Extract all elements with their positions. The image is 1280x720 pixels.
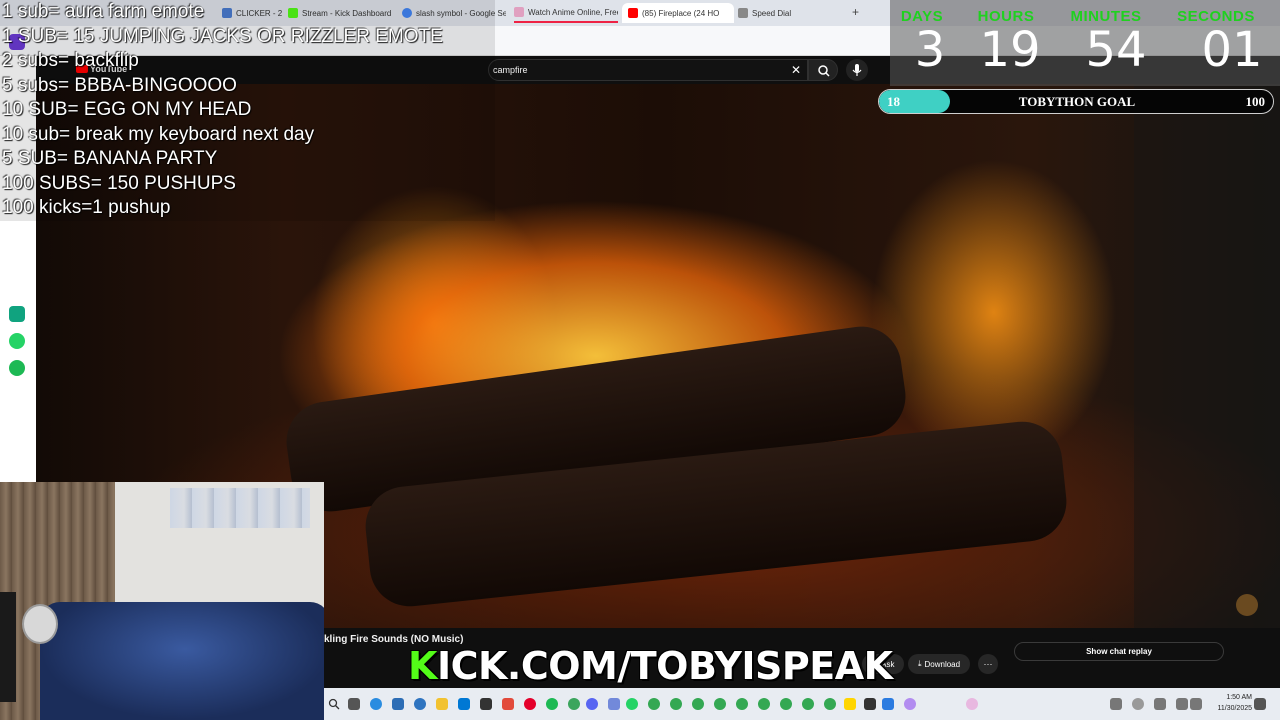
wall-posters xyxy=(170,488,310,528)
tab-fireplace[interactable]: (85) Fireplace (24 HO xyxy=(622,3,734,23)
whatsapp-icon[interactable] xyxy=(9,333,25,349)
hours-value: 19 xyxy=(979,22,1041,78)
notifications-icon[interactable] xyxy=(1254,698,1266,710)
opera-icon[interactable] xyxy=(524,698,536,710)
speaker xyxy=(0,592,16,702)
microphone-icon[interactable] xyxy=(1154,698,1166,710)
search-input[interactable]: campfire ✕ xyxy=(488,59,808,81)
app-icon[interactable] xyxy=(966,698,978,710)
minutes-value: 54 xyxy=(1085,22,1147,78)
speed-dial-icon xyxy=(738,8,748,18)
chrome-icon[interactable] xyxy=(714,698,726,710)
chrome-icon[interactable] xyxy=(648,698,660,710)
task-view-icon[interactable] xyxy=(348,698,360,710)
more-actions-button[interactable]: ··· xyxy=(978,654,998,674)
discord-icon[interactable] xyxy=(586,698,598,710)
kick-url-text: ICK.COM/TOBYISPEAK xyxy=(436,644,893,688)
tray-overflow-icon[interactable] xyxy=(1110,698,1122,710)
edge-icon[interactable] xyxy=(370,698,382,710)
sub-goal-item: 10 sub= break my keyboard next day xyxy=(2,124,315,145)
chrome-icon[interactable] xyxy=(802,698,814,710)
search-icon[interactable] xyxy=(328,698,340,710)
tab-anime[interactable]: Watch Anime Online, Free xyxy=(514,3,618,23)
app-icon[interactable] xyxy=(568,698,580,710)
search-value: campfire xyxy=(493,65,528,75)
chrome-icon[interactable] xyxy=(692,698,704,710)
sub-goal-item: 5 subs= BBBA-BINGOOOO xyxy=(2,75,237,96)
steam-icon[interactable] xyxy=(414,698,426,710)
anime-site-icon xyxy=(514,7,524,17)
sub-goal-item: 1 SUB= 15 JUMPING JACKS OR RIZZLER EMOTE xyxy=(2,26,443,47)
windows-taskbar xyxy=(324,688,1280,720)
seconds-value: 01 xyxy=(1201,22,1263,78)
download-icon: ⤓ xyxy=(917,659,922,668)
app-icon[interactable] xyxy=(502,698,514,710)
app-icon[interactable] xyxy=(882,698,894,710)
wifi-icon[interactable] xyxy=(1176,698,1188,710)
microphone-icon xyxy=(852,64,862,76)
goal-title: TOBYTHON GOAL xyxy=(1018,94,1136,109)
voice-search-button[interactable] xyxy=(846,59,868,81)
webcam-feed xyxy=(0,482,324,720)
kick-channel-url: KICK.COM/TOBYISPEAK xyxy=(408,644,893,688)
kick-k-letter: K xyxy=(408,644,437,688)
file-explorer-icon[interactable] xyxy=(436,698,448,710)
clear-search-icon[interactable]: ✕ xyxy=(791,63,801,77)
search-button[interactable] xyxy=(808,59,838,81)
network-icon[interactable] xyxy=(1132,698,1144,710)
sub-goal-item: 5 SUB= BANANA PARTY xyxy=(2,148,218,169)
chrome-icon[interactable] xyxy=(780,698,792,710)
whatsapp-icon[interactable] xyxy=(626,698,638,710)
spotify-icon[interactable] xyxy=(546,698,558,710)
search-icon xyxy=(818,65,830,77)
sub-goal-item: 2 subs= backflip xyxy=(2,50,139,71)
chrome-icon[interactable] xyxy=(824,698,836,710)
store-icon[interactable] xyxy=(458,698,470,710)
sub-goal-item: 1 sub= aura farm emote xyxy=(2,1,205,22)
youtube-icon xyxy=(628,8,638,18)
sub-goal-item: 100 kicks=1 pushup xyxy=(2,197,171,218)
download-button[interactable]: ⤓ Download xyxy=(908,654,970,674)
chrome-icon[interactable] xyxy=(736,698,748,710)
app-icon[interactable] xyxy=(392,698,404,710)
clock-time[interactable]: 1:50 AM xyxy=(1212,694,1252,701)
channel-watermark-icon xyxy=(1236,594,1258,616)
bed xyxy=(40,602,324,720)
goal-current-value: 18 xyxy=(887,94,900,109)
subathon-countdown: DAYS 3 HOURS 19 MINUTES 54 SECONDS 01 xyxy=(890,0,1280,86)
tab-speed-dial[interactable]: Speed Dial xyxy=(738,3,802,23)
stream-screen: CLICKER - 202 Stream - Kick Dashboard sl… xyxy=(0,0,1280,720)
clock-date[interactable]: 11/30/2025 xyxy=(1200,705,1252,712)
chat-panel xyxy=(1134,84,1280,628)
sub-goal-item: 100 SUBS= 150 PUSHUPS xyxy=(2,173,236,194)
sub-goal-item: 10 SUB= EGG ON MY HEAD xyxy=(2,99,252,120)
chrome-icon[interactable] xyxy=(758,698,770,710)
app-icon[interactable] xyxy=(904,698,916,710)
chatgpt-icon[interactable] xyxy=(9,306,25,322)
fan xyxy=(22,604,58,644)
show-chat-replay-button[interactable]: Show chat replay xyxy=(1014,642,1224,661)
app-icon[interactable] xyxy=(608,698,620,710)
app-icon[interactable] xyxy=(864,698,876,710)
spotify-icon[interactable] xyxy=(9,360,25,376)
tobython-goal-bar: TOBYTHON GOAL 18 100 xyxy=(878,89,1274,114)
terminal-icon[interactable] xyxy=(480,698,492,710)
chrome-icon[interactable] xyxy=(670,698,682,710)
goal-target-value: 100 xyxy=(1245,94,1266,109)
new-tab-button[interactable]: + xyxy=(852,5,859,19)
app-icon[interactable] xyxy=(844,698,856,710)
